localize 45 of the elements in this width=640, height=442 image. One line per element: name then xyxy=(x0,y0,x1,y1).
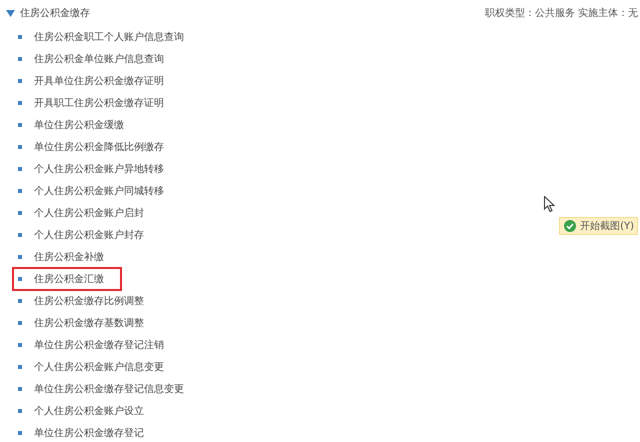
bullet-icon xyxy=(18,343,22,347)
service-link[interactable]: 单位住房公积金缴存登记注销 xyxy=(34,338,164,352)
bullet-icon xyxy=(18,431,22,435)
bullet-icon xyxy=(18,255,22,259)
service-link[interactable]: 单位住房公积金缓缴 xyxy=(34,118,124,132)
service-link[interactable]: 住房公积金职工个人账户信息查询 xyxy=(34,30,184,44)
service-link[interactable]: 个人住房公积金账户封存 xyxy=(34,228,144,242)
check-icon xyxy=(564,220,576,232)
service-link[interactable]: 个人住房公积金账户设立 xyxy=(34,404,144,418)
bullet-icon xyxy=(18,365,22,369)
bullet-icon xyxy=(18,321,22,325)
service-link[interactable]: 单位住房公积金缴存登记信息变更 xyxy=(34,382,184,396)
bullet-icon xyxy=(18,211,22,215)
bullet-icon xyxy=(18,299,22,303)
bullet-icon xyxy=(18,35,22,39)
bullet-icon xyxy=(18,167,22,171)
bullet-icon xyxy=(18,387,22,391)
service-link[interactable]: 住房公积金单位账户信息查询 xyxy=(34,52,164,66)
screenshot-tooltip[interactable]: 开始截图(Y) xyxy=(559,217,638,235)
service-link[interactable]: 个人住房公积金账户启封 xyxy=(34,206,144,220)
service-link[interactable]: 住房公积金补缴 xyxy=(34,250,104,264)
service-link[interactable]: 单位住房公积金缴存登记 xyxy=(34,426,144,440)
bullet-icon xyxy=(18,79,22,83)
service-link[interactable]: 住房公积金缴存比例调整 xyxy=(34,294,144,308)
cursor-icon xyxy=(544,196,555,212)
bullet-icon xyxy=(18,57,22,61)
bullet-icon xyxy=(18,123,22,127)
bullet-icon xyxy=(18,145,22,149)
section-meta: 职权类型：公共服务 实施主体：无 xyxy=(484,6,638,20)
bullet-icon xyxy=(18,277,22,281)
service-link[interactable]: 个人住房公积金账户同城转移 xyxy=(34,184,164,198)
service-link[interactable]: 个人住房公积金账户异地转移 xyxy=(34,162,164,176)
tooltip-text: 开始截图(Y) xyxy=(580,220,634,233)
bullet-icon xyxy=(18,233,22,237)
bullet-icon xyxy=(18,189,22,193)
section-title[interactable]: 住房公积金缴存 xyxy=(20,6,90,20)
service-link[interactable]: 单位住房公积金降低比例缴存 xyxy=(34,140,164,154)
bullet-icon xyxy=(18,409,22,413)
service-link[interactable]: 住房公积金缴存基数调整 xyxy=(34,316,144,330)
service-link[interactable]: 开具单位住房公积金缴存证明 xyxy=(34,74,164,88)
bullet-icon xyxy=(18,101,22,105)
service-link[interactable]: 个人住房公积金账户信息变更 xyxy=(34,360,164,374)
service-link[interactable]: 开具职工住房公积金缴存证明 xyxy=(34,96,164,110)
expand-arrow-icon[interactable] xyxy=(6,10,15,16)
service-link[interactable]: 住房公积金汇缴 xyxy=(34,272,104,286)
